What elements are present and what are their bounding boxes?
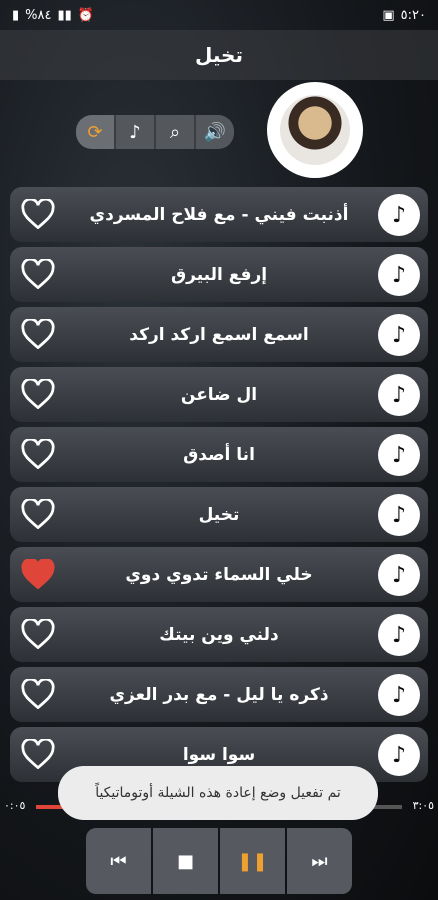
music-note-icon[interactable]: ♪ [378, 674, 420, 716]
music-note-icon: ♪ [129, 121, 141, 143]
music-note-icon[interactable]: ♪ [378, 434, 420, 476]
song-item[interactable]: انا أصدق ♪ [10, 427, 428, 482]
music-note-icon[interactable]: ♪ [378, 374, 420, 416]
song-title: إرفع البيرق [170, 264, 268, 285]
heart-outline-icon[interactable] [20, 257, 56, 291]
song-title: دلني وين بيتك [159, 624, 279, 645]
repeat-button[interactable]: ⟳ [76, 115, 114, 149]
pause-icon: ❚❚ [237, 850, 268, 872]
song-title: أذنبت فيني - مع فلاح المسردي [89, 204, 349, 225]
song-title: انا أصدق [183, 444, 255, 465]
heart-filled-icon[interactable] [20, 557, 56, 591]
volume-icon: 🔊 [203, 121, 227, 143]
music-note-icon[interactable]: ♪ [378, 554, 420, 596]
battery-icon: ▮ [12, 7, 20, 23]
pause-button[interactable]: ❚❚ [220, 828, 285, 894]
heart-outline-icon[interactable] [20, 497, 56, 531]
next-icon: ⏭ [311, 850, 328, 872]
control-buttons: ⟳ ♪ ⌕ 🔊 [76, 115, 234, 149]
song-title: خلي السماء تدوي دوي [125, 564, 313, 585]
page-title: تخيل [195, 43, 243, 67]
music-note-icon[interactable]: ♪ [378, 254, 420, 296]
player-controls: ⏮ ■ ❚❚ ⏭ [86, 828, 352, 894]
song-item[interactable]: اسمع اسمع اركد اركد ♪ [10, 307, 428, 362]
heart-outline-icon[interactable] [20, 737, 56, 771]
stop-button[interactable]: ■ [153, 828, 218, 894]
music-note-icon[interactable]: ♪ [378, 614, 420, 656]
music-note-icon[interactable]: ♪ [378, 494, 420, 536]
song-title: ذكره يا ليل - مع بدر العزي [109, 684, 329, 705]
total-time: ٣:٠٥ [412, 799, 434, 812]
heart-outline-icon[interactable] [20, 677, 56, 711]
heart-outline-icon[interactable] [20, 437, 56, 471]
song-item[interactable]: خلي السماء تدوي دوي ♪ [10, 547, 428, 602]
artist-photo [280, 95, 350, 165]
artist-avatar [267, 82, 363, 178]
song-item[interactable]: دلني وين بيتك ♪ [10, 607, 428, 662]
previous-icon: ⏮ [110, 850, 127, 872]
status-right: ▣ ٥:٢٠ [382, 8, 426, 23]
toast-text: تم تفعيل وضع إعادة هذه الشيلة أوتوماتيكي… [95, 785, 341, 801]
volume-button[interactable]: 🔊 [196, 115, 234, 149]
heart-outline-icon[interactable] [20, 377, 56, 411]
heart-outline-icon[interactable] [20, 617, 56, 651]
song-item[interactable]: تخيل ♪ [10, 487, 428, 542]
song-title: تخيل [198, 504, 240, 525]
title-bar: تخيل [0, 30, 438, 80]
elapsed-time: ٠:٠٥ [4, 799, 26, 812]
toast-message: تم تفعيل وضع إعادة هذه الشيلة أوتوماتيكي… [58, 766, 378, 820]
stop-icon: ■ [176, 850, 194, 872]
notification-icon: ▣ [382, 7, 395, 23]
status-bar: ▮ %٨٤ ▮▮ ⏰ ▣ ٥:٢٠ [0, 0, 438, 30]
song-item[interactable]: إرفع البيرق ♪ [10, 247, 428, 302]
music-note-icon[interactable]: ♪ [378, 314, 420, 356]
song-item[interactable]: ذكره يا ليل - مع بدر العزي ♪ [10, 667, 428, 722]
song-list: أذنبت فيني - مع فلاح المسردي ♪ إرفع البيرق… [10, 187, 428, 787]
song-item[interactable]: أذنبت فيني - مع فلاح المسردي ♪ [10, 187, 428, 242]
heart-outline-icon[interactable] [20, 197, 56, 231]
next-button[interactable]: ⏭ [287, 828, 352, 894]
song-title: ال ضاعن [180, 384, 258, 405]
heart-outline-icon[interactable] [20, 317, 56, 351]
search-icon: ⌕ [169, 121, 181, 143]
previous-button[interactable]: ⏮ [86, 828, 151, 894]
song-item[interactable]: ال ضاعن ♪ [10, 367, 428, 422]
battery-level: %٨٤ [25, 7, 52, 23]
music-note-icon[interactable]: ♪ [378, 734, 420, 776]
status-left: ▮ %٨٤ ▮▮ ⏰ [12, 8, 94, 23]
song-title: اسمع اسمع اركد اركد [129, 324, 309, 345]
status-time: ٥:٢٠ [400, 7, 426, 23]
signal-icon: ▮▮ [57, 7, 72, 23]
music-note-icon[interactable]: ♪ [378, 194, 420, 236]
alarm-icon: ⏰ [77, 7, 94, 23]
search-button[interactable]: ⌕ [156, 115, 194, 149]
music-note-button[interactable]: ♪ [116, 115, 154, 149]
repeat-icon: ⟳ [87, 121, 103, 143]
